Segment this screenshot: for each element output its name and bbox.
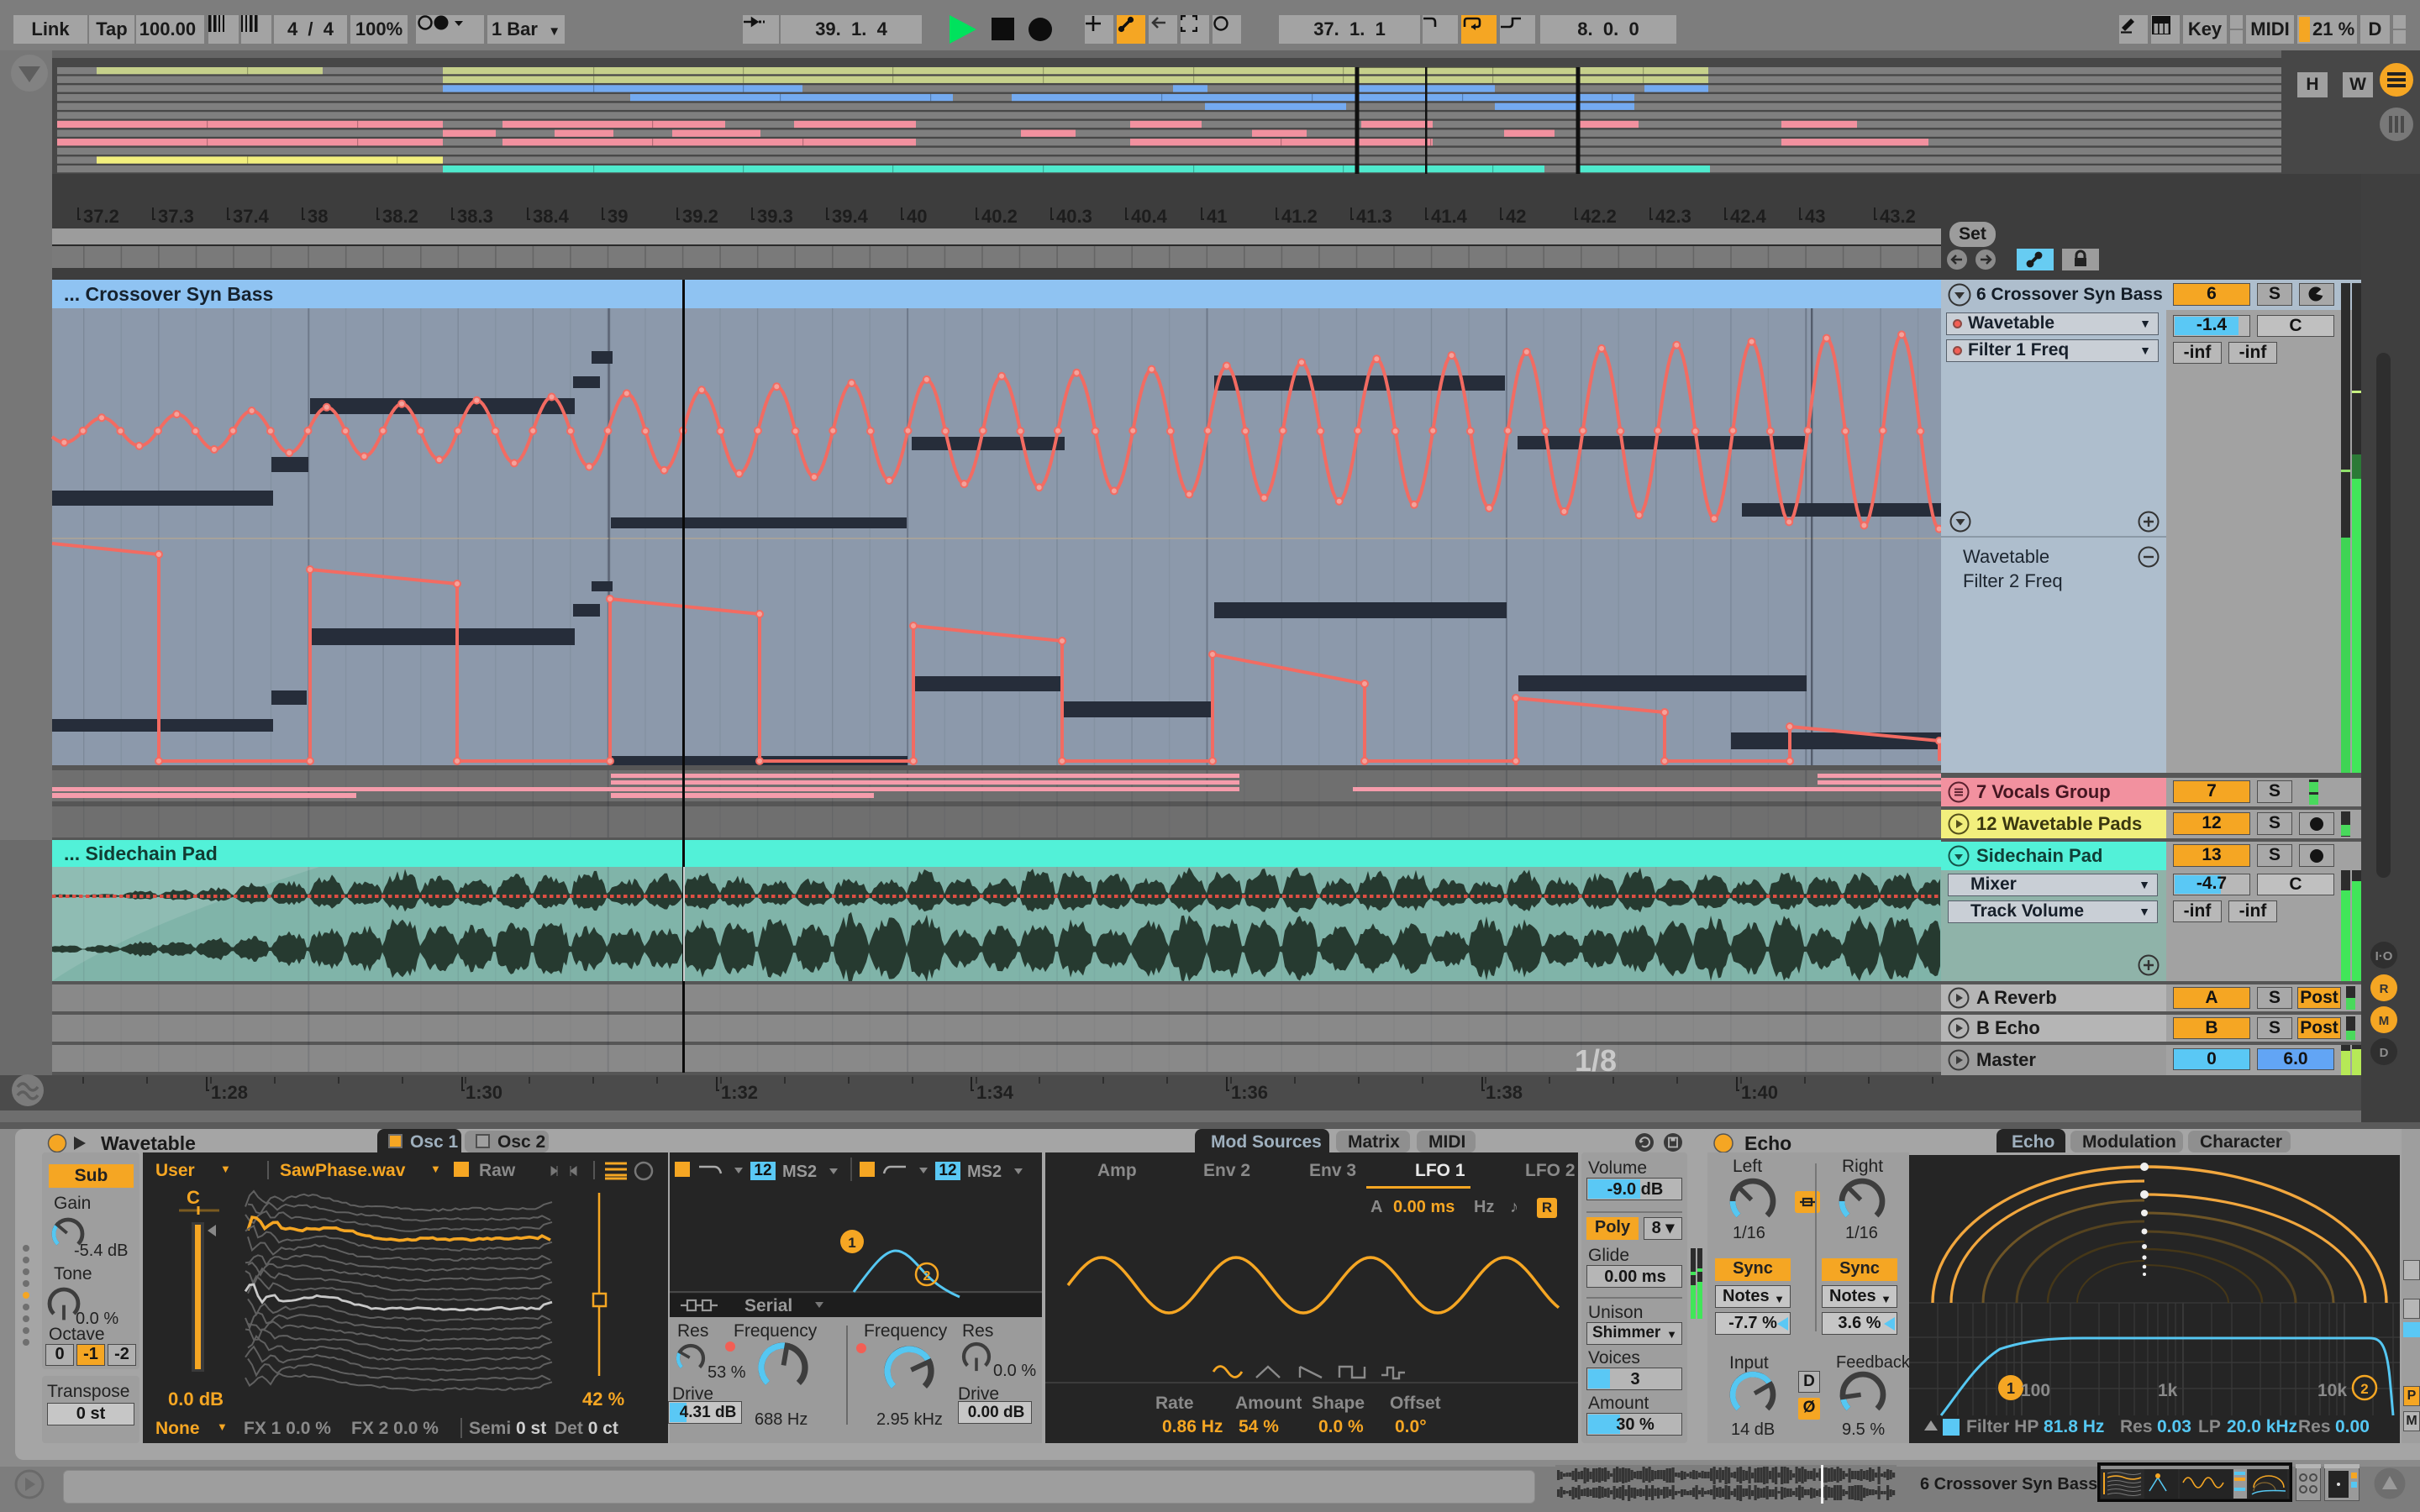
svg-text:1: 1 bbox=[2007, 1380, 2015, 1397]
svg-text:100: 100 bbox=[2021, 1381, 2050, 1400]
svg-text:2: 2 bbox=[2360, 1381, 2368, 1397]
svg-text:1k: 1k bbox=[2158, 1381, 2178, 1400]
svg-text:10k: 10k bbox=[2317, 1381, 2347, 1400]
